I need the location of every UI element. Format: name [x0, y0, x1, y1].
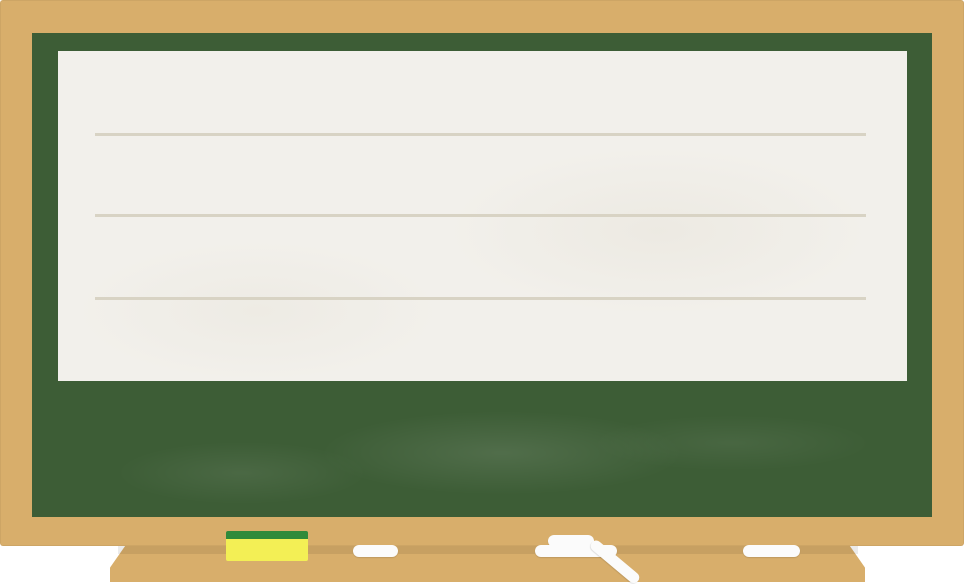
eraser-handle	[226, 539, 308, 561]
ruled-line	[95, 297, 866, 300]
ruled-line	[95, 133, 866, 136]
chalk-icon	[743, 545, 800, 557]
eraser-felt	[226, 531, 308, 539]
chalkboard-scene	[0, 0, 964, 584]
chalk-icon	[353, 545, 398, 557]
lined-paper-panel	[58, 51, 907, 381]
ruled-line	[95, 214, 866, 217]
eraser-icon	[226, 531, 308, 561]
